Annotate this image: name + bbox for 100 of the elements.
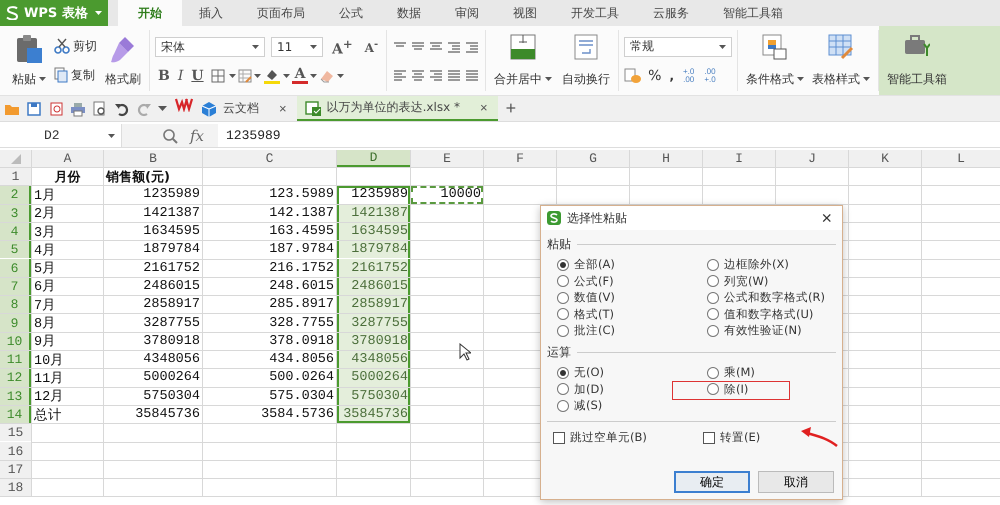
align-icon[interactable]: [428, 68, 444, 82]
menu-tab[interactable]: 公式: [322, 0, 380, 26]
align-icon[interactable]: [392, 68, 408, 82]
document-tab[interactable]: 以万为单位的表达.xlsx * ×: [296, 96, 498, 121]
row-header[interactable]: 1: [0, 168, 31, 186]
format-painter-button[interactable]: 格式刷: [102, 32, 144, 90]
ok-button[interactable]: 确定: [674, 471, 750, 493]
option-label[interactable]: 全部(A): [574, 257, 615, 272]
align-icon[interactable]: [446, 40, 462, 54]
radio-button[interactable]: [557, 400, 569, 412]
checkbox[interactable]: [553, 432, 565, 444]
checkbox[interactable]: [703, 432, 715, 444]
column-header[interactable]: J: [776, 150, 848, 167]
option-label[interactable]: 边框除外(X): [724, 257, 789, 272]
save-icon[interactable]: [26, 100, 42, 116]
caret-icon[interactable]: [254, 74, 261, 78]
fill-color-icon[interactable]: [262, 68, 281, 84]
caret-icon[interactable]: [95, 11, 102, 15]
option-label[interactable]: 加(D): [574, 382, 604, 396]
caret-icon[interactable]: [719, 44, 726, 48]
name-box[interactable]: D2: [0, 124, 122, 147]
radio-button[interactable]: [557, 383, 569, 395]
row-header[interactable]: 17: [0, 460, 31, 478]
column-header[interactable]: B: [104, 150, 202, 167]
checkbox-label[interactable]: 跳过空单元(B): [570, 430, 647, 445]
menu-tab[interactable]: 数据: [380, 0, 438, 26]
menu-tab[interactable]: 页面布局: [240, 0, 322, 26]
row-header[interactable]: 16: [0, 442, 31, 460]
font-name-select[interactable]: 宋体: [155, 37, 265, 57]
column-header[interactable]: E: [411, 150, 483, 167]
menu-tab[interactable]: 智能工具箱: [706, 0, 800, 26]
caret-icon[interactable]: [337, 74, 344, 78]
number-format-select[interactable]: 常规: [624, 36, 732, 56]
column-header[interactable]: K: [849, 150, 921, 167]
menu-tab[interactable]: 插入: [182, 0, 240, 26]
row-header[interactable]: 15: [0, 424, 31, 442]
borders-button[interactable]: [208, 68, 227, 84]
close-tab-button[interactable]: ×: [265, 101, 289, 116]
caret-icon[interactable]: [310, 45, 317, 49]
radio-button[interactable]: [707, 308, 719, 320]
column-header[interactable]: G: [557, 150, 629, 167]
cell-style-icon[interactable]: [238, 68, 252, 83]
caret-icon[interactable]: [39, 77, 46, 81]
caret-icon[interactable]: [108, 134, 115, 138]
align-icon[interactable]: [464, 68, 480, 82]
option-label[interactable]: 减(S): [574, 398, 602, 413]
option-label[interactable]: 格式(T): [574, 306, 614, 322]
copy-button[interactable]: 复制: [52, 66, 99, 84]
option-label[interactable]: 列宽(W): [724, 274, 768, 288]
caret-icon[interactable]: [797, 77, 804, 81]
zoom-icon[interactable]: [162, 128, 178, 144]
menu-tab[interactable]: 云服务: [636, 0, 706, 26]
option-label[interactable]: 除(I): [724, 382, 748, 396]
radio-button[interactable]: [557, 366, 569, 378]
option-label[interactable]: 值和数字格式(U): [724, 306, 814, 322]
radio-button[interactable]: [707, 258, 719, 270]
checkbox-label[interactable]: 转置(E): [720, 430, 760, 445]
radio-button[interactable]: [707, 324, 719, 336]
cancel-button[interactable]: 取消: [758, 471, 834, 493]
print-icon[interactable]: [70, 100, 86, 116]
radio-button[interactable]: [557, 324, 569, 336]
option-label[interactable]: 公式(F): [574, 274, 614, 288]
radio-button[interactable]: [707, 383, 719, 395]
menu-tab[interactable]: 视图: [496, 0, 554, 26]
shrink-font-button[interactable]: A$^{-}$: [362, 39, 382, 55]
column-header[interactable]: F: [484, 150, 556, 167]
caret-icon[interactable]: [282, 74, 290, 78]
grow-font-button[interactable]: A$^{+}$: [329, 36, 356, 58]
align-icon[interactable]: [446, 68, 462, 82]
function-button[interactable]: fx: [190, 126, 204, 144]
font-color-button[interactable]: A: [292, 67, 308, 84]
table-style-button[interactable]: 表格样式: [809, 32, 874, 90]
row-header[interactable]: 18: [0, 479, 31, 496]
thousands-button[interactable]: ,: [667, 68, 676, 84]
caret-icon[interactable]: [252, 45, 259, 49]
italic-button[interactable]: I: [174, 68, 186, 84]
currency-format-icon[interactable]: [624, 68, 642, 84]
export-icon[interactable]: [48, 100, 64, 116]
new-tab-button[interactable]: +: [498, 96, 524, 121]
radio-button[interactable]: [707, 275, 719, 287]
paste-button[interactable]: 粘贴: [9, 32, 49, 90]
radio-button[interactable]: [707, 292, 719, 304]
radio-button[interactable]: [557, 292, 569, 304]
close-tab-button[interactable]: ×: [466, 100, 490, 115]
column-header[interactable]: A: [32, 150, 103, 167]
menu-tab[interactable]: 开发工具: [554, 0, 636, 26]
option-label[interactable]: 数值(V): [574, 290, 615, 305]
wps-logo-icon[interactable]: [175, 96, 193, 112]
column-header[interactable]: H: [630, 150, 702, 167]
column-header[interactable]: I: [703, 150, 775, 167]
decrease-decimal-button[interactable]: .00 +.0: [701, 68, 719, 84]
merge-center-button[interactable]: 合并居中: [491, 32, 556, 90]
radio-button[interactable]: [557, 258, 569, 270]
radio-button[interactable]: [707, 366, 719, 378]
conditional-format-button[interactable]: 条件格式: [743, 32, 808, 90]
option-label[interactable]: 无(O): [574, 365, 604, 380]
caret-icon[interactable]: [228, 74, 236, 78]
option-label[interactable]: 公式和数字格式(R): [724, 290, 825, 305]
cut-button[interactable]: 剪切: [52, 36, 99, 56]
menu-tab[interactable]: 审阅: [438, 0, 496, 26]
